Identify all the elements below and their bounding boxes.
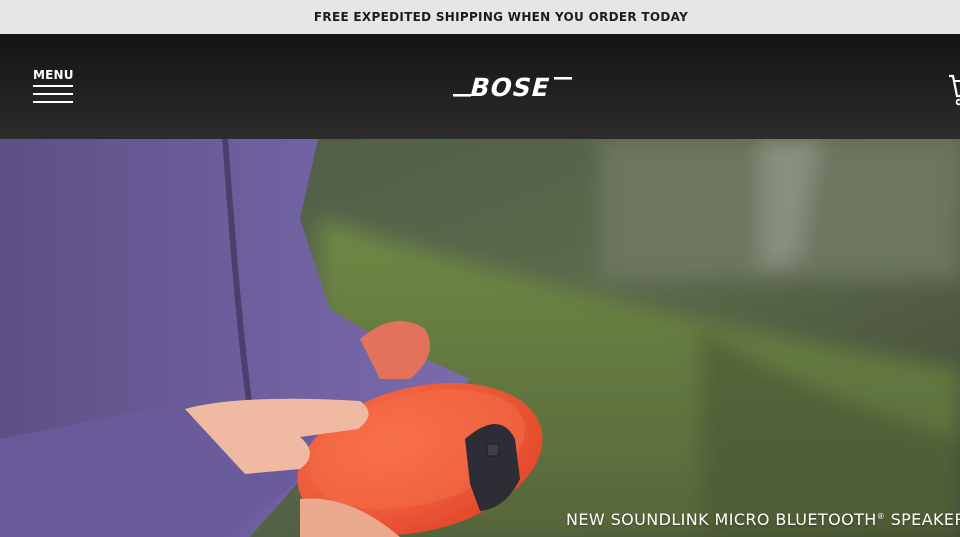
menu-button[interactable]: MENU	[33, 68, 75, 108]
menu-label: MENU	[33, 68, 74, 82]
logo-text: BOSE	[467, 74, 554, 100]
promo-banner[interactable]: FREE EXPEDITED SHIPPING WHEN YOU ORDER T…	[0, 0, 960, 34]
hero-caption-suffix: SPEAKER	[885, 510, 960, 529]
promo-text: FREE EXPEDITED SHIPPING WHEN YOU ORDER T…	[313, 10, 689, 24]
hero-image	[0, 139, 960, 537]
registered-mark: ®	[876, 512, 886, 521]
hero-caption: NEW SOUNDLINK MICRO BLUETOOTH® SPEAKER	[566, 510, 960, 529]
bose-logo[interactable]: BOSE	[450, 74, 574, 100]
hero-caption-text: NEW SOUNDLINK MICRO BLUETOOTH	[566, 510, 877, 529]
cart-icon[interactable]	[947, 72, 960, 108]
site-header: MENU BOSE	[0, 34, 960, 139]
hero-banner[interactable]: NEW SOUNDLINK MICRO BLUETOOTH® SPEAKER	[0, 139, 960, 537]
hamburger-icon	[33, 85, 73, 103]
